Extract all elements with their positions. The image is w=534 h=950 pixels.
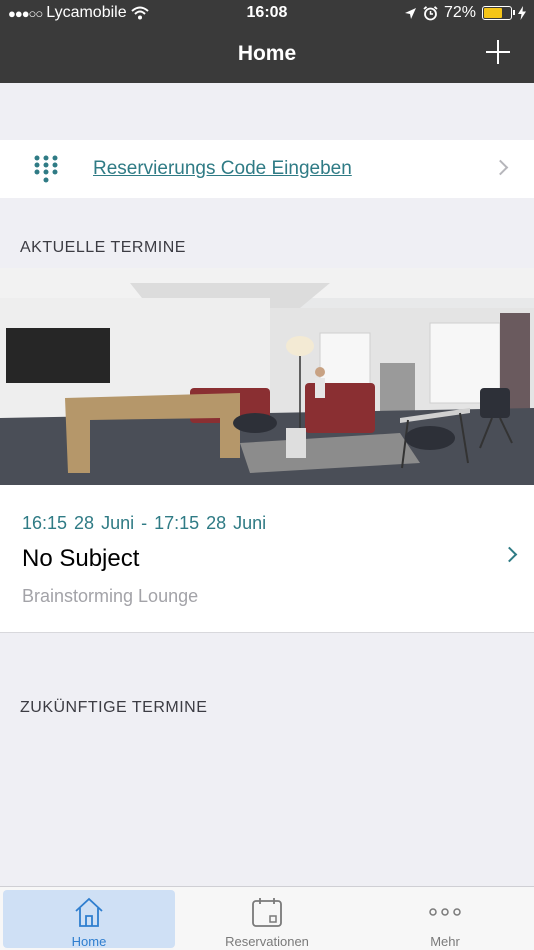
status-indicators: 72% [404, 4, 526, 22]
room-photo[interactable] [0, 268, 534, 485]
chevron-right-icon [501, 546, 518, 563]
chevron-right-icon [492, 159, 509, 176]
section-title-current: AKTUELLE TERMINE [20, 239, 186, 256]
tab-label: Reservationen [225, 934, 309, 949]
more-dots-icon [429, 908, 461, 916]
reservation-code-row[interactable]: Reservierungs Code Eingeben [0, 140, 534, 198]
house-icon [75, 897, 103, 927]
charging-bolt-icon [518, 6, 526, 20]
booking-time: 16:15 28 Juni - 17:15 28 Juni [22, 513, 267, 533]
section-title-future: ZUKÜNFTIGE TERMINE [20, 699, 208, 716]
battery-icon [482, 6, 515, 20]
alarm-clock-icon [423, 5, 438, 20]
booking-card[interactable]: 16:15 28 Juni - 17:15 28 Juni No Subject… [0, 485, 534, 633]
tab-bar: Home Reservationen Mehr [0, 886, 534, 950]
room-photo-illustration [0, 268, 534, 485]
reservation-code-link[interactable]: Reservierungs Code Eingeben [93, 158, 352, 180]
tab-mehr[interactable]: Mehr [356, 890, 534, 949]
tab-home[interactable]: Home [3, 890, 175, 949]
tab-reservationen[interactable]: Reservationen [178, 890, 356, 949]
keypad-icon [34, 155, 58, 183]
tab-label: Mehr [430, 934, 460, 949]
battery-percent: 72% [443, 4, 476, 21]
navigation-bar: Home [0, 28, 534, 83]
booking-subject: No Subject [22, 545, 140, 572]
calendar-icon [252, 898, 282, 927]
tab-label: Home [71, 934, 107, 949]
plus-icon[interactable] [484, 38, 512, 66]
booking-room: Brainstorming Lounge [22, 586, 199, 606]
page-title: Home [237, 42, 297, 65]
location-arrow-icon [404, 7, 416, 19]
status-bar: ●●●○○ Lycamobile 16:08 72% [0, 0, 534, 28]
